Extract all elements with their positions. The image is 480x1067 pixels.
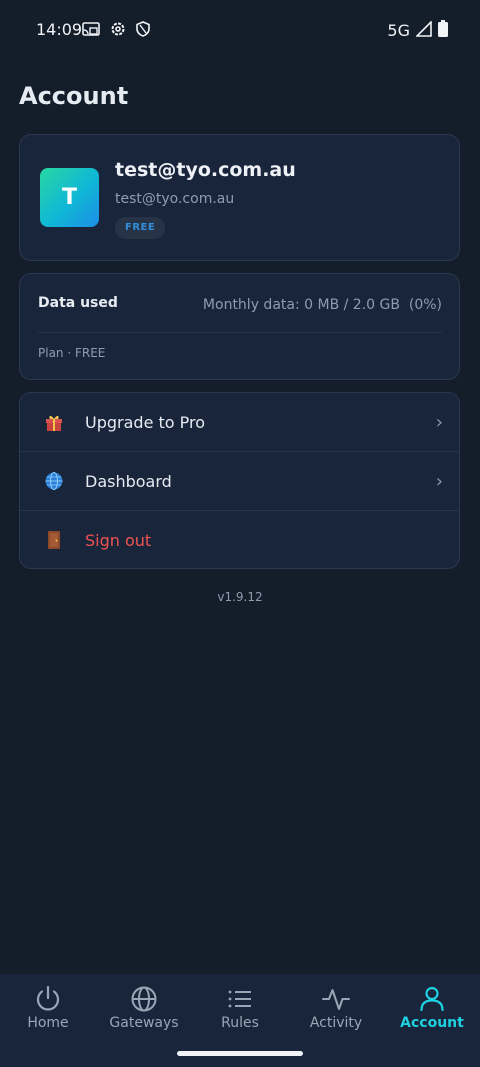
- profile-name: test@tyo.com.au: [115, 159, 296, 181]
- nav-gateways[interactable]: Gateways: [96, 974, 192, 1044]
- nav-gateways-label: Gateways: [109, 1015, 179, 1031]
- battery-icon: [438, 20, 448, 41]
- activity-icon: [322, 989, 350, 1010]
- nav-home[interactable]: Home: [0, 974, 96, 1044]
- upgrade-to-pro-label: Upgrade to Pro: [85, 412, 206, 432]
- nav-home-label: Home: [27, 1015, 69, 1031]
- avatar-letter: T: [61, 185, 77, 210]
- dashboard-item[interactable]: Dashboard ›: [20, 451, 459, 510]
- chevron-right-icon: ›: [435, 411, 443, 433]
- divider: [38, 332, 442, 333]
- chevron-right-icon: ›: [435, 470, 443, 492]
- profile-email: test@tyo.com.au: [115, 191, 235, 207]
- avatar: T: [40, 168, 99, 227]
- sign-out-item[interactable]: Sign out: [20, 510, 459, 568]
- nav-rules[interactable]: Rules: [192, 974, 288, 1044]
- settings-icon: [110, 21, 126, 41]
- data-used-value: Monthly data: 0 MB / 2.0 GB (0%): [202, 297, 442, 313]
- nav-account-label: Account: [400, 1015, 464, 1031]
- power-icon: [36, 985, 60, 1011]
- globe-icon: [44, 471, 64, 491]
- dashboard-label: Dashboard: [85, 471, 172, 491]
- page-title: Account: [19, 82, 129, 110]
- globe-icon: [131, 986, 157, 1012]
- plan-badge: FREE: [115, 217, 166, 239]
- status-right: 5G: [387, 19, 448, 41]
- signal-icon: [415, 19, 432, 41]
- cast-icon: [82, 21, 100, 41]
- data-used-label: Data used: [38, 295, 118, 311]
- home-indicator[interactable]: [177, 1051, 303, 1056]
- list-icon: [228, 990, 251, 1008]
- nav-activity-label: Activity: [309, 1015, 363, 1031]
- nav-activity[interactable]: Activity: [288, 974, 384, 1044]
- data-usage-card: Data used Monthly data: 0 MB / 2.0 GB (0…: [19, 273, 460, 380]
- profile-card: T test@tyo.com.au test@tyo.com.au FREE: [19, 134, 460, 261]
- plan-label: Plan · FREE: [38, 346, 106, 360]
- nav-account[interactable]: Account: [384, 974, 480, 1044]
- gift-icon: [44, 412, 64, 432]
- upgrade-to-pro-item[interactable]: Upgrade to Pro ›: [20, 393, 459, 451]
- sign-out-label: Sign out: [85, 530, 152, 550]
- user-icon: [420, 986, 444, 1012]
- network-type: 5G: [387, 21, 410, 40]
- app-version: v1.9.12: [217, 590, 263, 604]
- nav-rules-label: Rules: [221, 1015, 259, 1031]
- menu-card: Upgrade to Pro › Dashboard › Sign out: [19, 392, 460, 569]
- status-time: 14:09: [36, 20, 83, 39]
- shield-icon: [136, 21, 150, 41]
- status-bar: 14:09 5G: [0, 0, 480, 62]
- status-icons: [82, 21, 150, 41]
- door-icon: [44, 530, 64, 550]
